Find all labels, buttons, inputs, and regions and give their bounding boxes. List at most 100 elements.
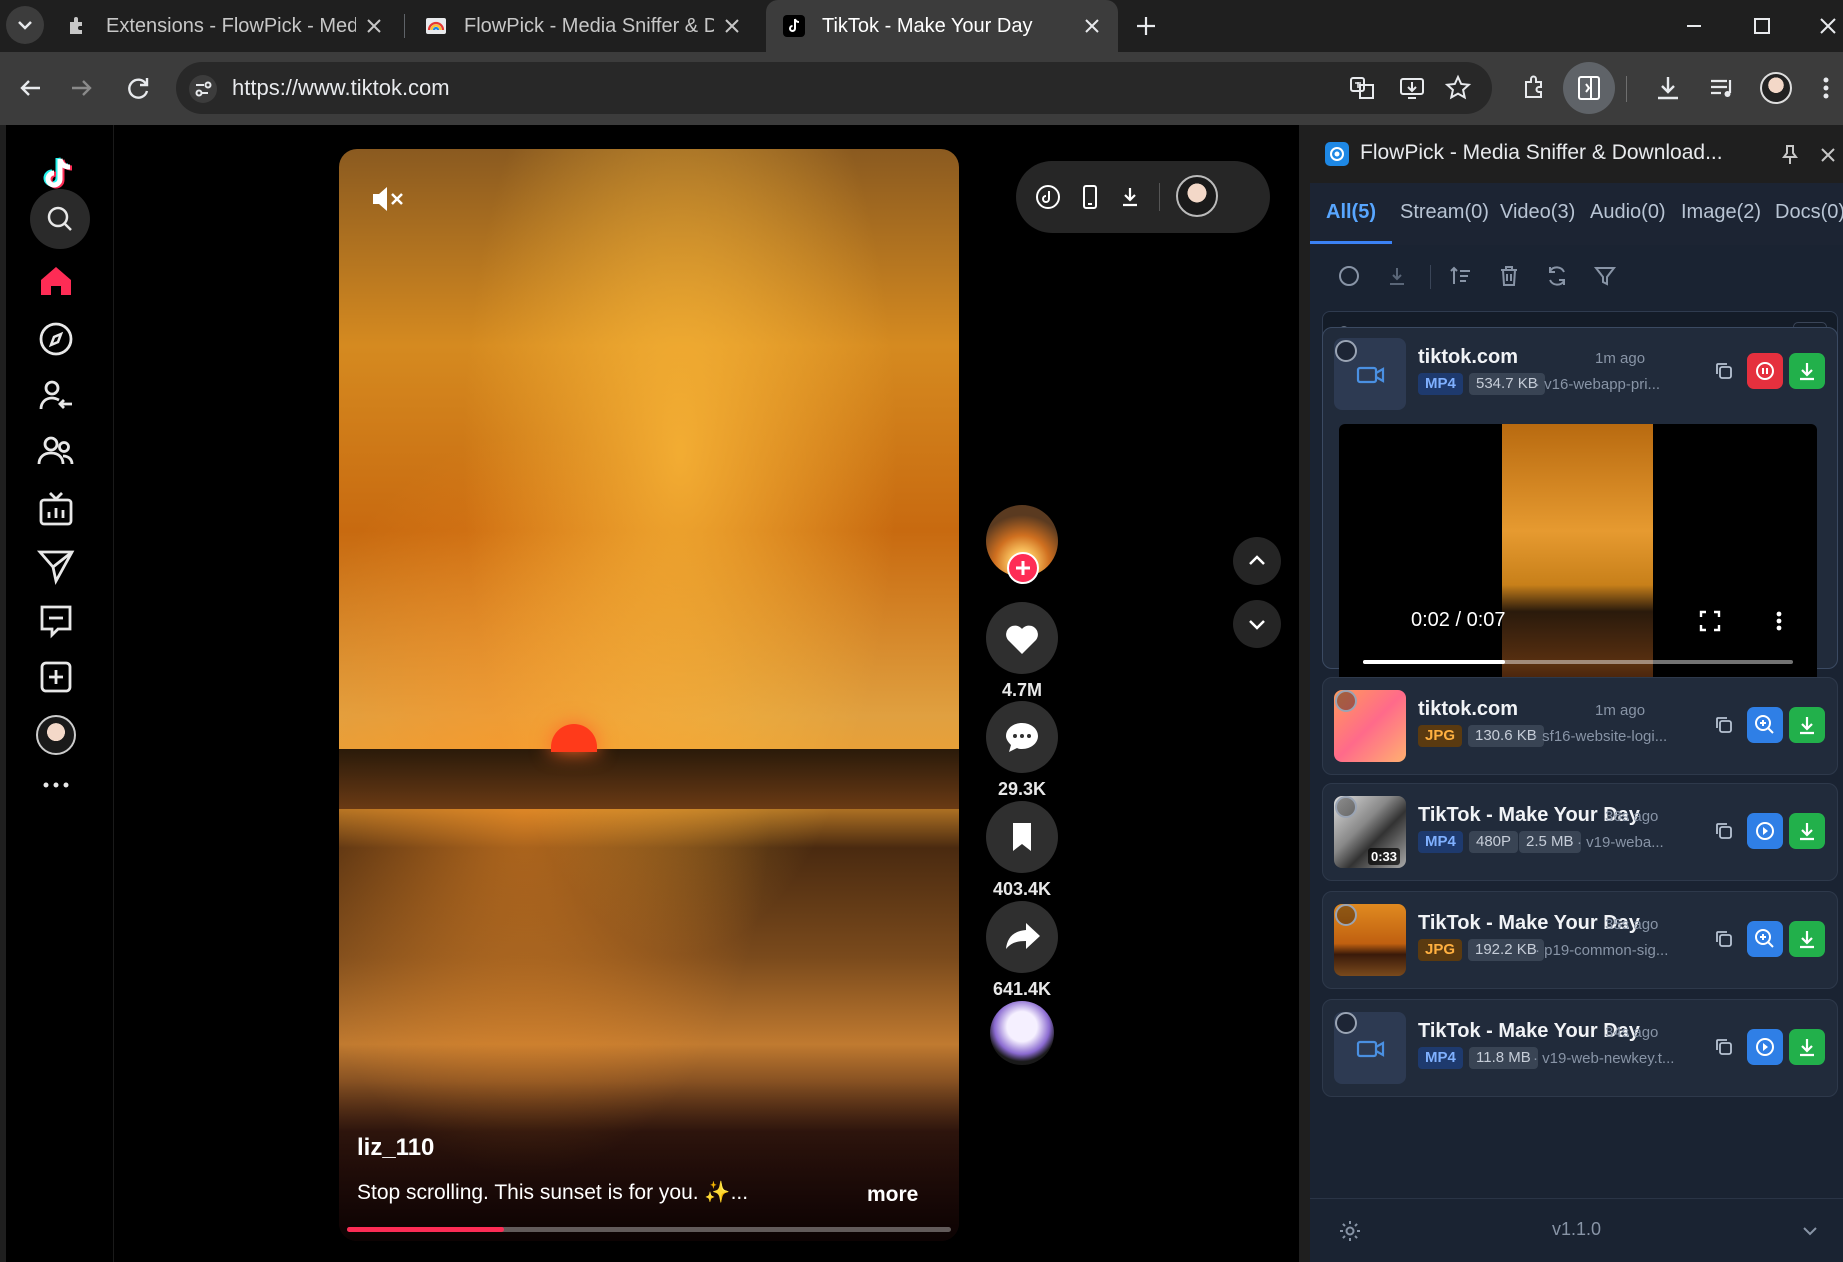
profile-avatar[interactable] bbox=[36, 715, 76, 755]
tab-image[interactable]: Image(2) bbox=[1681, 201, 1761, 224]
extensions-puzzle-icon[interactable] bbox=[1520, 72, 1552, 104]
tab-search-button[interactable] bbox=[6, 6, 44, 44]
trash-icon[interactable] bbox=[1496, 263, 1522, 289]
chevron-down-icon[interactable] bbox=[1798, 1219, 1822, 1243]
share-button[interactable] bbox=[986, 901, 1058, 973]
refresh-icon[interactable] bbox=[1544, 263, 1570, 289]
address-bar[interactable]: https://www.tiktok.com bbox=[176, 62, 1492, 114]
download-button[interactable] bbox=[1789, 353, 1825, 389]
close-icon[interactable] bbox=[720, 14, 744, 38]
record-button[interactable] bbox=[1747, 353, 1783, 389]
download-selected-icon[interactable] bbox=[1384, 263, 1410, 289]
profile-avatar[interactable] bbox=[1760, 72, 1792, 104]
user-avatar[interactable] bbox=[1176, 175, 1218, 217]
media-controls-icon[interactable] bbox=[1706, 72, 1738, 104]
tab-flowpick[interactable]: FlowPick - Media Sniffer & Downloader bbox=[408, 0, 758, 52]
like-button[interactable] bbox=[986, 602, 1058, 674]
home-icon[interactable] bbox=[36, 261, 76, 301]
copy-icon[interactable] bbox=[1713, 1036, 1735, 1058]
video-progress-bar[interactable] bbox=[347, 1227, 951, 1232]
download-button[interactable] bbox=[1789, 1029, 1825, 1065]
site-settings-icon[interactable] bbox=[188, 74, 218, 104]
sort-icon[interactable] bbox=[1448, 263, 1474, 289]
reload-icon[interactable] bbox=[122, 72, 154, 104]
media-item-card[interactable]: TikTok - Make Your Day 35s ago JPG 192.2… bbox=[1322, 891, 1838, 989]
follow-button[interactable] bbox=[1007, 552, 1039, 584]
item-checkbox[interactable] bbox=[1335, 340, 1357, 362]
more-button[interactable]: more bbox=[867, 1183, 918, 1207]
upload-plus-icon[interactable] bbox=[36, 657, 76, 697]
media-item-card[interactable]: tiktok.com 1m ago JPG 130.6 KB · sf16-we… bbox=[1322, 677, 1838, 775]
tab-docs[interactable]: Docs(0) bbox=[1775, 201, 1843, 224]
tiktok-mode-icon[interactable] bbox=[1034, 183, 1062, 211]
fullscreen-icon[interactable] bbox=[1697, 608, 1723, 634]
select-all-circle-icon[interactable] bbox=[1336, 263, 1362, 289]
live-tv-icon[interactable] bbox=[36, 489, 76, 529]
close-icon[interactable] bbox=[1080, 14, 1104, 38]
copy-icon[interactable] bbox=[1713, 820, 1735, 842]
item-checkbox[interactable] bbox=[1335, 796, 1357, 818]
downloads-icon[interactable] bbox=[1652, 72, 1684, 104]
tab-video[interactable]: Video(3) bbox=[1500, 201, 1575, 224]
more-vertical-icon[interactable] bbox=[1769, 608, 1789, 634]
mobile-view-icon[interactable] bbox=[1076, 183, 1104, 211]
comment-button[interactable] bbox=[986, 701, 1058, 773]
copy-icon[interactable] bbox=[1713, 360, 1735, 382]
download-button[interactable] bbox=[1789, 813, 1825, 849]
download-button[interactable] bbox=[1789, 921, 1825, 957]
side-panel-button[interactable] bbox=[1563, 62, 1615, 114]
item-checkbox[interactable] bbox=[1335, 690, 1357, 712]
back-arrow-icon[interactable] bbox=[14, 72, 46, 104]
tab-extensions[interactable]: Extensions - FlowPick - Media Sniffer & … bbox=[50, 0, 400, 52]
bookmark-star-icon[interactable] bbox=[1444, 74, 1472, 102]
translate-icon[interactable] bbox=[1348, 74, 1376, 102]
preview-progress-bar[interactable] bbox=[1363, 660, 1793, 664]
activity-icon[interactable] bbox=[36, 601, 76, 641]
more-horizontal-icon[interactable] bbox=[36, 765, 76, 805]
tab-tiktok[interactable]: TikTok - Make Your Day bbox=[766, 0, 1118, 52]
copy-icon[interactable] bbox=[1713, 714, 1735, 736]
window-close-icon[interactable] bbox=[1814, 12, 1842, 40]
more-vertical-icon[interactable] bbox=[1814, 72, 1838, 104]
download-icon[interactable] bbox=[1116, 183, 1144, 211]
video-preview-player[interactable]: 0:02 / 0:07 bbox=[1339, 424, 1817, 692]
video-player[interactable]: liz_110 Stop scrolling. This sunset is f… bbox=[339, 149, 959, 1241]
search-button[interactable] bbox=[30, 189, 90, 249]
tab-audio[interactable]: Audio(0) bbox=[1590, 201, 1666, 224]
download-button[interactable] bbox=[1789, 707, 1825, 743]
media-item-card[interactable]: TikTok - Make Your Day 34s ago MP4 11.8 … bbox=[1322, 999, 1838, 1097]
tab-stream[interactable]: Stream(0) bbox=[1400, 201, 1489, 224]
minimize-icon[interactable] bbox=[1680, 12, 1708, 40]
close-panel-icon[interactable] bbox=[1816, 143, 1840, 167]
item-checkbox[interactable] bbox=[1335, 904, 1357, 926]
media-item-card[interactable]: tiktok.com 1m ago MP4 534.7 KB · v16-web… bbox=[1322, 327, 1838, 692]
share-count: 641.4K bbox=[992, 979, 1052, 999]
save-button[interactable] bbox=[986, 801, 1058, 873]
install-app-icon[interactable] bbox=[1398, 74, 1426, 102]
close-icon[interactable] bbox=[362, 14, 386, 38]
new-tab-plus-icon[interactable] bbox=[1132, 12, 1160, 40]
like-count: 4.7M bbox=[1001, 680, 1043, 700]
next-video-button[interactable] bbox=[1233, 600, 1281, 648]
muted-speaker-icon[interactable] bbox=[367, 179, 407, 219]
author-name[interactable]: liz_110 bbox=[357, 1134, 434, 1162]
zoom-button[interactable] bbox=[1747, 921, 1783, 957]
previous-video-button[interactable] bbox=[1233, 537, 1281, 585]
filter-funnel-icon[interactable] bbox=[1592, 263, 1618, 289]
play-button[interactable] bbox=[1747, 1029, 1783, 1065]
pin-icon[interactable] bbox=[1778, 143, 1802, 167]
media-item-card[interactable]: 0:33 TikTok - Make Your Day 36s ago MP4 … bbox=[1322, 783, 1838, 881]
copy-icon[interactable] bbox=[1713, 928, 1735, 950]
tab-all[interactable]: All(5) bbox=[1326, 201, 1376, 224]
messages-send-icon[interactable] bbox=[36, 545, 76, 585]
download-icon bbox=[1800, 363, 1814, 381]
forward-arrow-icon[interactable] bbox=[66, 72, 98, 104]
explore-compass-icon[interactable] bbox=[36, 319, 76, 359]
item-checkbox[interactable] bbox=[1335, 1012, 1357, 1034]
zoom-button[interactable] bbox=[1747, 707, 1783, 743]
music-disc-avatar[interactable] bbox=[990, 1001, 1054, 1065]
following-icon[interactable] bbox=[36, 375, 76, 415]
maximize-icon[interactable] bbox=[1748, 12, 1776, 40]
friends-icon[interactable] bbox=[36, 431, 76, 471]
play-button[interactable] bbox=[1747, 813, 1783, 849]
